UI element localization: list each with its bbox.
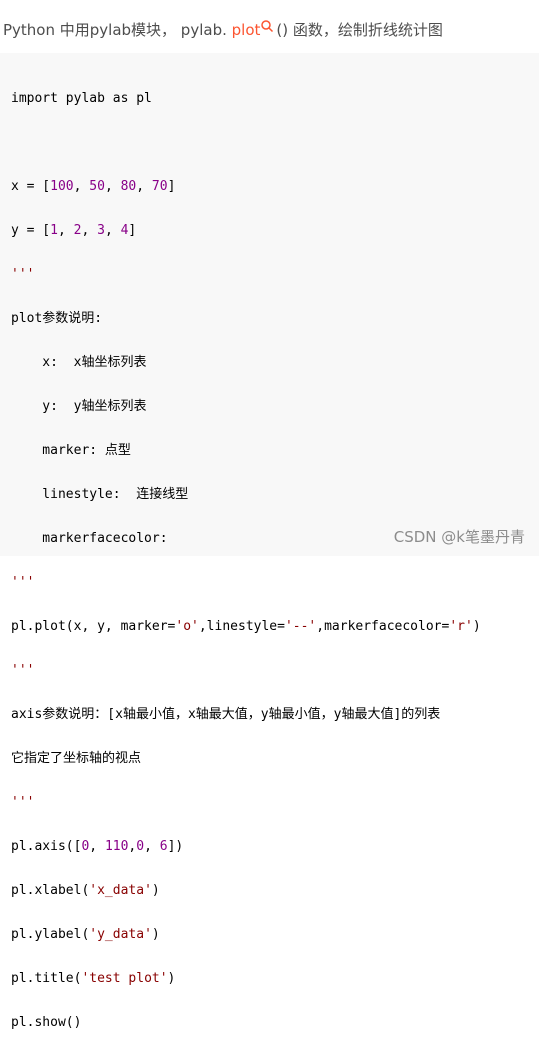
code-text: pl.plot(x, y, marker= (11, 619, 176, 634)
code-text: y = [ (11, 223, 51, 238)
code-line: x: x轴坐标列表 (11, 355, 147, 370)
code-text: x = [ (11, 179, 51, 194)
number-literal: 0 (136, 839, 145, 854)
number-literal: 100 (50, 179, 74, 194)
code-line: 它指定了坐标轴的视点 (11, 751, 142, 766)
docstring-quote: ''' (11, 663, 35, 678)
code-line: x = [100, 50, 80, 70] (11, 179, 176, 194)
docstring-quote: ''' (11, 267, 35, 282)
code-text: ,markerfacecolor= (316, 619, 450, 634)
code-text: ) (151, 927, 160, 942)
code-line: y = [1, 2, 3, 4] (11, 223, 137, 238)
csdn-watermark: CSDN @k笔墨丹青 (393, 528, 525, 546)
string-literal: 'test plot' (81, 971, 168, 986)
number-literal: 2 (73, 223, 82, 238)
string-literal: 'y_data' (89, 927, 152, 942)
code-text: pl.ylabel( (11, 927, 90, 942)
code-text: ) (167, 971, 176, 986)
code-line: pl.plot(x, y, marker='o',linestyle='--',… (11, 616, 481, 638)
number-literal: 4 (120, 223, 129, 238)
code-line: pl.xlabel('x_data') (11, 880, 481, 902)
code-text: ) (151, 883, 160, 898)
code-content: import pylab as pl x = [100, 50, 80, 70]… (11, 66, 481, 1056)
number-literal: 50 (89, 179, 105, 194)
code-line: import pylab as pl (11, 91, 152, 106)
code-text: pl.xlabel( (11, 883, 90, 898)
intro-prefix: Python 中用pylab模块， pylab. (3, 21, 232, 39)
number-literal: 1 (50, 223, 58, 238)
code-line: plot参数说明: (11, 311, 103, 326)
intro-suffix: () 函数，绘制折线统计图 (276, 21, 443, 39)
string-literal: 'o' (175, 619, 199, 634)
code-text: ,linestyle= (198, 619, 285, 634)
code-line: axis参数说明：[x轴最小值，x轴最大值，y轴最小值，y轴最大值]的列表 (11, 707, 441, 722)
code-line: marker: 点型 (11, 443, 131, 458)
plot-keyword-link[interactable]: plot (232, 21, 261, 39)
string-literal: 'r' (449, 619, 473, 634)
article-intro-text: Python 中用pylab模块， pylab. plot () 函数，绘制折线统… (3, 19, 443, 41)
code-line: pl.show() (11, 1015, 82, 1030)
string-literal: '--' (284, 619, 317, 634)
code-line: y: y轴坐标列表 (11, 399, 147, 414)
code-text: pl.axis([ (11, 839, 82, 854)
number-literal: 110 (104, 839, 129, 854)
number-literal: 70 (151, 179, 168, 194)
code-text: pl.title( (11, 971, 82, 986)
code-line: linestyle: 连接线型 (11, 487, 189, 502)
code-line: pl.axis([0, 110,0, 6]) (11, 839, 184, 854)
code-line: pl.ylabel('y_data') (11, 924, 481, 946)
code-block: import pylab as pl x = [100, 50, 80, 70]… (0, 53, 539, 1030)
docstring-quote: ''' (11, 795, 35, 810)
number-literal: 0 (81, 839, 90, 854)
code-text: ) (472, 619, 481, 634)
search-icon[interactable] (260, 19, 274, 33)
string-literal: 'x_data' (89, 883, 152, 898)
code-line: pl.title('test plot') (11, 968, 481, 990)
docstring-quote: ''' (11, 575, 35, 590)
number-literal: 3 (97, 223, 105, 238)
number-literal: 80 (120, 179, 137, 194)
number-literal: 6 (159, 839, 168, 854)
code-text: ]) (167, 839, 184, 854)
